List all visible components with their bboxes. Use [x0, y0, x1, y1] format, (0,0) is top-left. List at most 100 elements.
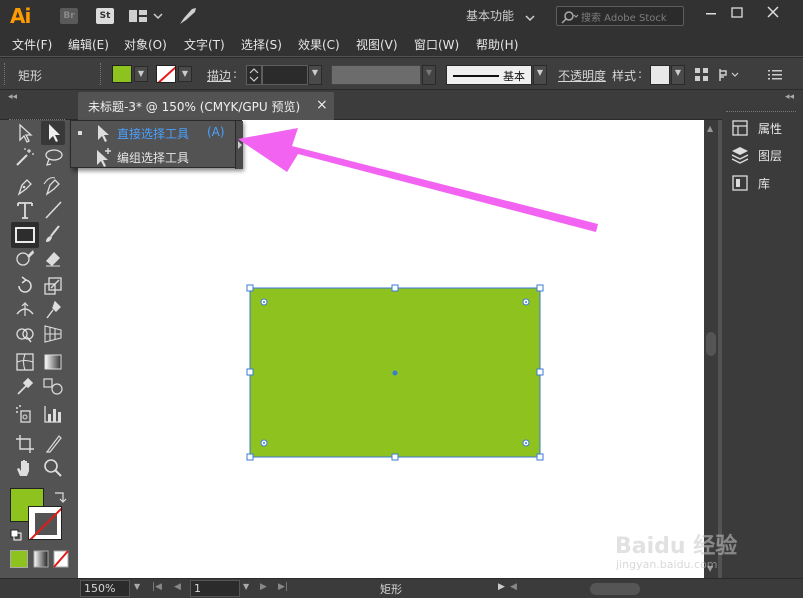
stroke-dropdown[interactable]: ▼ [178, 66, 192, 82]
first-artboard-icon[interactable]: |◀ [152, 582, 162, 592]
close-tab-icon[interactable]: × [316, 97, 328, 113]
fill-dropdown[interactable]: ▼ [134, 66, 148, 82]
swap-fill-stroke-button[interactable] [53, 489, 67, 503]
panel-layers[interactable]: 图层 [730, 144, 800, 166]
direct-selection-tool[interactable] [41, 121, 65, 145]
variable-width-profile[interactable] [331, 65, 421, 85]
close-window-button[interactable] [762, 2, 784, 24]
menu-view[interactable]: 视图(V) [356, 36, 398, 53]
menu-edit[interactable]: 编辑(E) [68, 36, 109, 53]
stock-search-field[interactable]: 搜索 Adobe Stock [556, 6, 684, 26]
stroke-weight-input[interactable] [262, 65, 308, 85]
control-bar-grip[interactable] [4, 63, 8, 85]
gradient-tool[interactable] [41, 350, 65, 374]
paintbrush-tool[interactable] [41, 222, 65, 246]
status-menu-icon[interactable]: ▶ [498, 582, 505, 592]
brush-definition-field[interactable]: 基本 [446, 65, 532, 85]
scroll-left-icon[interactable]: ◀ [510, 582, 517, 592]
panel-dock-grip[interactable] [726, 111, 796, 114]
magic-wand-tool[interactable] [13, 145, 37, 169]
menu-window[interactable]: 窗口(W) [414, 36, 459, 53]
panel-libraries[interactable]: 库 [730, 172, 800, 194]
flyout-item-direct-selection[interactable]: 直接选择工具 (A) [71, 121, 235, 145]
stroke-color-box[interactable] [28, 506, 62, 540]
tear-off-flyout-button[interactable] [235, 121, 243, 169]
stroke-weight-stepper[interactable] [246, 65, 262, 85]
artboard-dropdown-icon[interactable]: ▼ [243, 582, 249, 591]
previous-artboard-icon[interactable]: ◀ [174, 582, 181, 592]
menu-file[interactable]: 文件(F) [12, 36, 52, 53]
brush-dropdown[interactable]: ▼ [533, 65, 547, 85]
scrollbar-thumb[interactable] [706, 332, 716, 356]
stock-button[interactable]: St [96, 8, 114, 24]
shaper-tool[interactable] [13, 246, 37, 270]
curvature-tool[interactable] [41, 174, 65, 198]
menu-help[interactable]: 帮助(H) [476, 36, 518, 53]
symbol-sprayer-tool[interactable] [13, 402, 37, 426]
panel-properties[interactable]: 属性 [730, 117, 800, 139]
document-tab[interactable]: 未标题-3* @ 150% (CMYK/GPU 预览) × [78, 92, 334, 120]
menu-select[interactable]: 选择(S) [241, 36, 282, 53]
default-fill-stroke-button[interactable] [10, 526, 22, 541]
shape-builder-tool[interactable] [13, 322, 37, 346]
transform-button[interactable] [718, 67, 740, 83]
bridge-button[interactable]: Br [60, 8, 78, 24]
color-mode-button[interactable] [10, 550, 28, 568]
variable-width-dropdown[interactable]: ▼ [422, 65, 436, 85]
puppet-warp-tool[interactable] [41, 298, 65, 322]
mesh-icon [16, 353, 34, 371]
menu-object[interactable]: 对象(O) [124, 36, 167, 53]
maximize-button[interactable] [726, 2, 748, 24]
stroke-label[interactable]: 描边 [207, 67, 231, 84]
rectangle-tool[interactable] [11, 222, 39, 248]
artboard-tool[interactable] [13, 432, 37, 456]
arrange-documents-button[interactable] [128, 8, 164, 24]
scale-tool[interactable] [41, 274, 65, 298]
artboard-number-field[interactable]: 1 [190, 580, 240, 597]
gradient-mode-button[interactable] [33, 550, 49, 568]
artboard-canvas[interactable] [78, 120, 704, 578]
current-tool-status[interactable]: 矩形 [380, 581, 402, 597]
lasso-tool[interactable] [41, 145, 65, 169]
workspace-switcher[interactable]: 基本功能 [466, 7, 514, 24]
align-button[interactable] [694, 67, 710, 83]
flyout-item-group-selection[interactable]: 编组选择工具 [71, 145, 235, 169]
type-tool[interactable] [13, 198, 37, 222]
mesh-tool[interactable] [13, 350, 37, 374]
width-tool[interactable] [13, 298, 37, 322]
last-artboard-icon[interactable]: ▶| [278, 582, 288, 592]
hand-tool[interactable] [13, 456, 37, 480]
none-mode-button[interactable] [53, 550, 69, 568]
fill-color-swatch[interactable] [112, 65, 132, 83]
slice-tool[interactable] [41, 432, 65, 456]
expand-panels-icon[interactable]: ◂◂ [785, 92, 794, 102]
stroke-color-swatch[interactable] [156, 65, 176, 83]
horizontal-scrollbar-thumb[interactable] [590, 583, 640, 595]
control-menu-button[interactable] [768, 67, 782, 83]
graphic-style-swatch[interactable] [650, 65, 670, 85]
zoom-tool[interactable] [41, 456, 65, 480]
opacity-label[interactable]: 不透明度 [558, 67, 606, 84]
zoom-level-field[interactable]: 150% [80, 580, 130, 597]
menu-effect[interactable]: 效果(C) [298, 36, 340, 53]
zoom-dropdown-icon[interactable]: ▼ [134, 582, 140, 591]
blend-tool[interactable] [41, 374, 65, 398]
rotate-tool[interactable] [13, 274, 37, 298]
graphic-style-dropdown[interactable]: ▼ [671, 65, 685, 85]
vertical-scrollbar[interactable]: ▲ ▼ [704, 120, 718, 578]
perspective-grid-tool[interactable] [41, 322, 65, 346]
collapse-toolbar-icon[interactable]: ◂◂ [8, 92, 17, 102]
pen-tool[interactable] [13, 174, 37, 198]
column-graph-tool[interactable] [41, 402, 65, 426]
workspace-chevron-icon[interactable] [524, 9, 536, 22]
next-artboard-icon[interactable]: ▶ [260, 582, 267, 592]
eyedropper-tool[interactable] [13, 374, 37, 398]
gpu-performance-button[interactable] [178, 6, 198, 26]
minimize-button[interactable] [700, 2, 722, 24]
selection-tool[interactable] [13, 121, 37, 145]
scroll-up-icon[interactable]: ▲ [707, 124, 713, 133]
line-segment-tool[interactable] [41, 198, 65, 222]
stroke-weight-dropdown[interactable]: ▼ [308, 65, 322, 85]
menu-type[interactable]: 文字(T) [184, 36, 225, 53]
eraser-tool[interactable] [41, 246, 65, 270]
